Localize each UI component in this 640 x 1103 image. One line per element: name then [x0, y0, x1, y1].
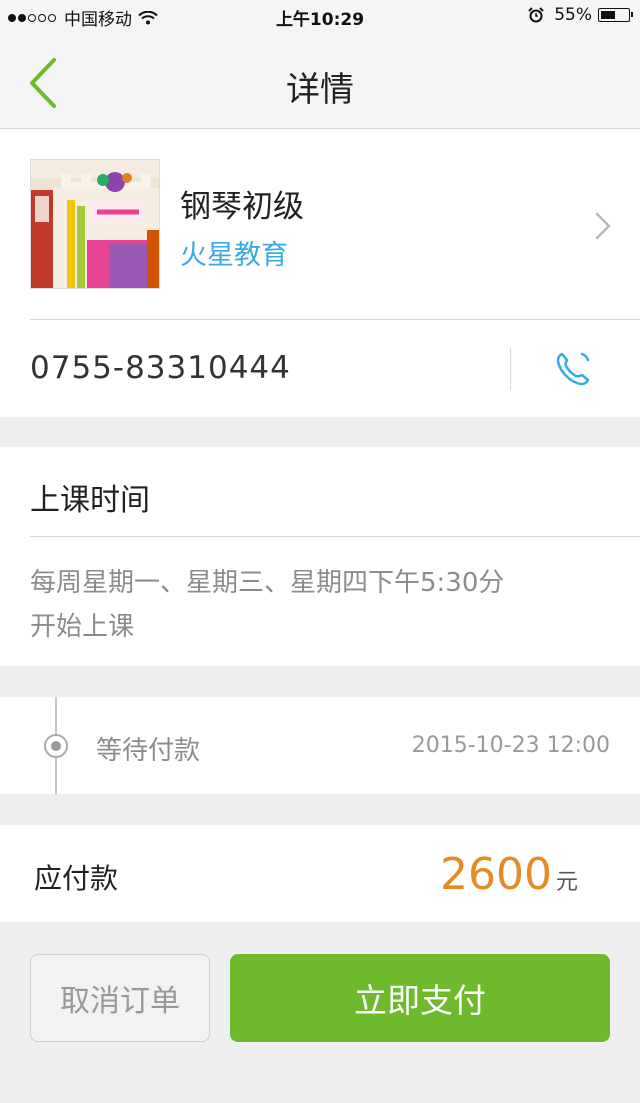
page-title: 详情: [286, 70, 354, 110]
schedule-line: 每周星期一、星期三、星期四下午5:30分: [30, 568, 505, 598]
shop-card: 钢琴初级 火星教育 0755-83310444: [0, 129, 640, 417]
phone-number: 0755-83310444: [30, 350, 291, 386]
course-thumbnail: [30, 159, 160, 289]
timeline-dot-icon: [44, 734, 68, 758]
payment-unit: 元: [555, 870, 578, 895]
battery-percent: 55%: [554, 5, 592, 25]
divider: [510, 348, 511, 390]
status-bar: 中国移动 上午10:29 55%: [0, 0, 640, 32]
call-button[interactable]: [552, 348, 594, 390]
schedule-text: 每周星期一、星期三、星期四下午5:30分 开始上课: [30, 561, 600, 649]
shop-row[interactable]: 钢琴初级 火星教育: [0, 129, 640, 319]
nav-bar: 详情: [0, 32, 640, 129]
payment-amount-group: 2600 元: [440, 849, 578, 900]
divider: [30, 536, 640, 537]
order-status-label: 等待付款: [96, 736, 201, 766]
classroom-image: [31, 160, 159, 288]
shop-name: 火星教育: [180, 240, 288, 271]
battery-icon: [598, 8, 633, 22]
battery-fill: [601, 11, 615, 19]
phone-icon: [556, 352, 590, 386]
phone-row: 0755-83310444: [0, 320, 640, 417]
chevron-right-icon: [595, 212, 611, 240]
order-status-card: 等待付款 2015-10-23 12:00: [0, 697, 640, 794]
schedule-card: 上课时间 每周星期一、星期三、星期四下午5:30分 开始上课: [0, 447, 640, 666]
schedule-line: 开始上课: [30, 612, 135, 642]
cancel-order-button[interactable]: 取消订单: [30, 954, 210, 1042]
alarm-icon: [528, 7, 544, 23]
order-status-time: 2015-10-23 12:00: [411, 733, 610, 758]
course-name: 钢琴初级: [180, 189, 304, 225]
payment-label: 应付款: [34, 862, 119, 895]
status-right: 55%: [528, 5, 633, 25]
schedule-title: 上课时间: [30, 483, 150, 518]
payment-amount: 2600: [440, 849, 552, 900]
pay-now-button[interactable]: 立即支付: [230, 954, 610, 1042]
payment-card: 应付款 2600 元: [0, 825, 640, 922]
